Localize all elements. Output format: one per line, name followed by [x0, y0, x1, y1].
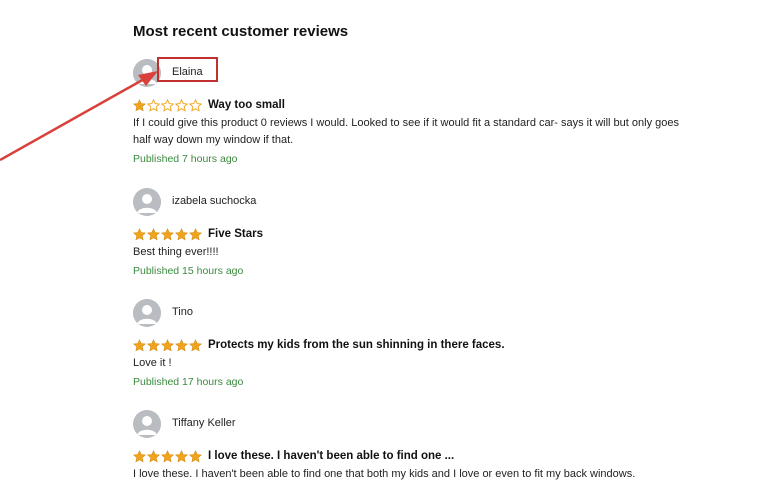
- star-empty-icon: [147, 98, 160, 112]
- star-rating[interactable]: [133, 338, 202, 352]
- star-empty-icon: [175, 98, 188, 112]
- review-title-row: Five Stars: [133, 226, 693, 242]
- star-filled-icon: [175, 338, 188, 351]
- review-author-row: Tino: [133, 299, 693, 327]
- review-body: Love it !: [133, 357, 172, 369]
- avatar: [133, 188, 161, 216]
- star-filled-icon: [189, 227, 202, 240]
- review-title-row: I love these. I haven't been able to fin…: [133, 448, 693, 464]
- review-body: I love these. I haven't been able to fin…: [133, 468, 636, 480]
- avatar: [133, 410, 161, 438]
- star-filled-icon: [147, 449, 160, 462]
- published-date: Published 15 hours ago: [133, 265, 244, 277]
- star-filled-icon: [161, 338, 174, 351]
- star-empty-icon: [189, 98, 202, 112]
- review-title[interactable]: Five Stars: [208, 228, 263, 240]
- star-filled-icon: [133, 338, 146, 351]
- star-filled-icon: [189, 449, 202, 462]
- star-filled-icon: [161, 227, 174, 240]
- review-title[interactable]: I love these. I haven't been able to fin…: [208, 450, 454, 462]
- review-author-row: izabela suchocka: [133, 188, 693, 216]
- star-rating[interactable]: [133, 449, 202, 463]
- review-title-row: Protects my kids from the sun shinning i…: [133, 337, 693, 353]
- author-name[interactable]: Tiffany Keller: [172, 417, 236, 429]
- review-author-row: Tiffany Keller: [133, 410, 693, 438]
- published-date: Published 7 hours ago: [133, 153, 238, 165]
- star-filled-icon: [147, 338, 160, 351]
- star-filled-icon: [133, 98, 146, 111]
- author-name[interactable]: izabela suchocka: [172, 195, 256, 207]
- author-name[interactable]: Tino: [172, 306, 193, 318]
- review-item: Elaina Way too small If I could give thi…: [133, 57, 693, 165]
- star-filled-icon: [147, 227, 160, 240]
- review-title[interactable]: Way too small: [208, 99, 285, 111]
- star-filled-icon: [189, 338, 202, 351]
- review-item: Tiffany Keller I love these. I haven't b…: [133, 410, 693, 483]
- star-rating[interactable]: [133, 98, 202, 112]
- star-filled-icon: [175, 227, 188, 240]
- avatar: [133, 299, 161, 327]
- star-rating[interactable]: [133, 227, 202, 241]
- review-item: Tino Protects my kids from the sun shinn…: [133, 299, 693, 388]
- reviews-page: Most recent customer reviews Elaina Way …: [0, 0, 780, 496]
- review-author-row: Elaina: [133, 57, 693, 87]
- highlight-box: [157, 57, 218, 82]
- published-date: Published 17 hours ago: [133, 376, 244, 388]
- review-body: Best thing ever!!!!: [133, 246, 219, 258]
- star-filled-icon: [133, 227, 146, 240]
- review-title-row: Way too small: [133, 97, 693, 113]
- star-empty-icon: [161, 98, 174, 112]
- section-title: Most recent customer reviews: [133, 23, 349, 40]
- star-filled-icon: [133, 449, 146, 462]
- review-item: izabela suchocka Five Stars Best thing e…: [133, 188, 693, 277]
- star-filled-icon: [175, 449, 188, 462]
- review-body: If I could give this product 0 reviews I…: [133, 117, 679, 146]
- star-filled-icon: [161, 449, 174, 462]
- review-title[interactable]: Protects my kids from the sun shinning i…: [208, 339, 505, 351]
